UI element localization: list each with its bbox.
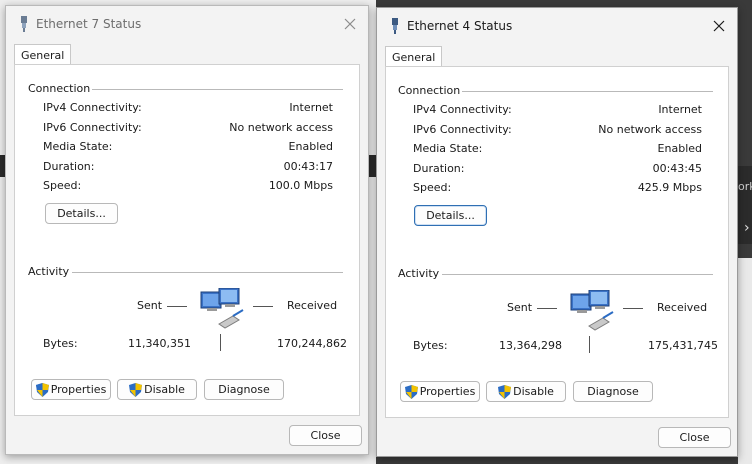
disable-label: Disable <box>144 383 185 396</box>
close-button[interactable]: Close <box>658 427 731 448</box>
status-window-ethernet-7: Ethernet 7 Status General Connection IPv… <box>5 5 369 455</box>
speed-label: Speed: <box>43 179 82 192</box>
ipv6-label: IPv6 Connectivity: <box>43 121 142 134</box>
divider <box>442 274 713 275</box>
divider <box>92 89 343 90</box>
shield-icon <box>498 384 512 399</box>
received-dash <box>253 306 273 307</box>
shield-icon <box>404 384 418 399</box>
duration-label: Duration: <box>413 162 465 175</box>
general-panel: Connection IPv4 Connectivity: Internet I… <box>385 66 729 418</box>
ipv6-label: IPv6 Connectivity: <box>413 123 512 136</box>
bytes-sent-value: 13,364,298 <box>499 339 562 352</box>
background-dark-panel: ork › <box>738 166 752 244</box>
details-button[interactable]: Details... <box>45 203 118 224</box>
diagnose-button[interactable]: Diagnose <box>204 379 284 400</box>
duration-value: 00:43:17 <box>283 160 333 173</box>
speed-value: 425.9 Mbps <box>637 181 702 194</box>
received-label: Received <box>287 299 338 312</box>
properties-label: Properties <box>419 385 476 398</box>
ipv4-value: Internet <box>658 103 702 116</box>
speed-label: Speed: <box>413 181 452 194</box>
divider <box>72 272 343 273</box>
received-label: Received <box>657 301 708 314</box>
bytes-received-value: 175,431,745 <box>648 339 718 352</box>
bytes-sent-value: 11,340,351 <box>128 337 191 350</box>
general-panel: Connection IPv4 Connectivity: Internet I… <box>14 64 360 416</box>
speed-value: 100.0 Mbps <box>268 179 333 192</box>
network-adapter-icon <box>392 18 398 34</box>
disable-button[interactable]: Disable <box>486 381 566 402</box>
bytes-received-value: 170,244,862 <box>277 337 347 350</box>
title-bar[interactable]: Ethernet 4 Status <box>377 8 737 44</box>
ipv6-value: No network access <box>598 123 702 136</box>
tab-general[interactable]: General <box>14 44 72 65</box>
background-window <box>738 258 752 464</box>
sent-dash <box>167 306 187 307</box>
bytes-label: Bytes: <box>43 337 78 350</box>
status-window-ethernet-4: Ethernet 4 Status General Connection IPv… <box>376 7 738 457</box>
window-title: Ethernet 7 Status <box>36 17 142 31</box>
disable-button[interactable]: Disable <box>117 379 197 400</box>
shield-icon <box>129 382 143 397</box>
network-adapter-icon <box>21 16 27 32</box>
ipv4-label: IPv4 Connectivity: <box>43 101 142 114</box>
chevron-right-icon[interactable]: › <box>744 220 750 236</box>
close-icon[interactable] <box>711 18 727 34</box>
background-fragment-text: ork <box>738 180 752 193</box>
activity-group-title: Activity <box>398 267 440 280</box>
properties-label: Properties <box>50 383 107 396</box>
tab-general[interactable]: General <box>385 46 443 67</box>
divider <box>462 91 713 92</box>
sent-label: Sent <box>137 299 163 312</box>
connection-group-title: Connection <box>28 82 91 95</box>
disable-label: Disable <box>513 385 554 398</box>
window-title: Ethernet 4 Status <box>407 19 513 33</box>
close-button[interactable]: Close <box>289 425 362 446</box>
diagnose-button[interactable]: Diagnose <box>573 381 653 402</box>
ipv6-value: No network access <box>229 121 333 134</box>
network-computers-icon <box>570 290 614 331</box>
sent-dash <box>537 308 557 309</box>
sent-label: Sent <box>507 301 533 314</box>
media-state-value: Enabled <box>657 142 702 155</box>
network-computers-icon <box>200 288 244 329</box>
media-state-label: Media State: <box>43 140 113 153</box>
media-state-value: Enabled <box>288 140 333 153</box>
bytes-separator <box>220 334 221 351</box>
title-bar[interactable]: Ethernet 7 Status <box>6 6 368 42</box>
properties-button[interactable]: Properties <box>31 379 111 400</box>
properties-button[interactable]: Properties <box>400 381 480 402</box>
connection-group-title: Connection <box>398 84 461 97</box>
ipv4-label: IPv4 Connectivity: <box>413 103 512 116</box>
activity-group-title: Activity <box>28 265 70 278</box>
bytes-label: Bytes: <box>413 339 448 352</box>
media-state-label: Media State: <box>413 142 483 155</box>
shield-icon <box>35 382 49 397</box>
duration-value: 00:43:45 <box>652 162 702 175</box>
details-button[interactable]: Details... <box>414 205 487 226</box>
duration-label: Duration: <box>43 160 95 173</box>
close-icon[interactable] <box>342 16 358 32</box>
bytes-separator <box>589 336 590 353</box>
received-dash <box>623 308 643 309</box>
ipv4-value: Internet <box>289 101 333 114</box>
